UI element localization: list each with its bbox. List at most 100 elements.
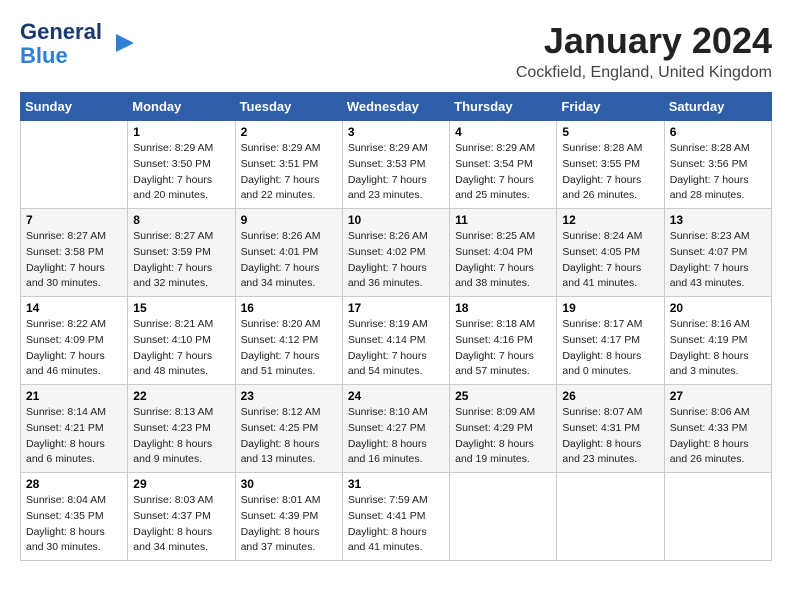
day-cell: 22 Sunrise: 8:13 AMSunset: 4:23 PMDayligh…	[128, 385, 235, 473]
day-info: Sunrise: 8:20 AMSunset: 4:12 PMDaylight:…	[241, 317, 337, 380]
day-number: 7	[26, 213, 122, 227]
day-cell: 12 Sunrise: 8:24 AMSunset: 4:05 PMDayligh…	[557, 209, 664, 297]
day-number: 13	[670, 213, 766, 227]
month-title: January 2024	[516, 20, 772, 62]
day-number: 30	[241, 477, 337, 491]
day-cell: 10 Sunrise: 8:26 AMSunset: 4:02 PMDayligh…	[342, 209, 449, 297]
day-info: Sunrise: 8:23 AMSunset: 4:07 PMDaylight:…	[670, 229, 766, 292]
day-info: Sunrise: 8:26 AMSunset: 4:02 PMDaylight:…	[348, 229, 444, 292]
day-number: 4	[455, 125, 551, 139]
day-info: Sunrise: 8:29 AMSunset: 3:53 PMDaylight:…	[348, 141, 444, 204]
week-row-4: 21 Sunrise: 8:14 AMSunset: 4:21 PMDayligh…	[21, 385, 772, 473]
day-number: 14	[26, 301, 122, 315]
title-block: January 2024 Cockfield, England, United …	[516, 20, 772, 82]
day-cell: 21 Sunrise: 8:14 AMSunset: 4:21 PMDayligh…	[21, 385, 128, 473]
col-header-sunday: Sunday	[21, 93, 128, 121]
location: Cockfield, England, United Kingdom	[516, 64, 772, 82]
day-number: 24	[348, 389, 444, 403]
day-info: Sunrise: 7:59 AMSunset: 4:41 PMDaylight:…	[348, 493, 444, 556]
day-info: Sunrise: 8:06 AMSunset: 4:33 PMDaylight:…	[670, 405, 766, 468]
day-info: Sunrise: 8:21 AMSunset: 4:10 PMDaylight:…	[133, 317, 229, 380]
day-info: Sunrise: 8:13 AMSunset: 4:23 PMDaylight:…	[133, 405, 229, 468]
day-number: 1	[133, 125, 229, 139]
day-number: 19	[562, 301, 658, 315]
day-cell: 14 Sunrise: 8:22 AMSunset: 4:09 PMDayligh…	[21, 297, 128, 385]
day-number: 16	[241, 301, 337, 315]
day-cell: 27 Sunrise: 8:06 AMSunset: 4:33 PMDayligh…	[664, 385, 771, 473]
logo-text: General Blue	[20, 20, 102, 68]
day-info: Sunrise: 8:19 AMSunset: 4:14 PMDaylight:…	[348, 317, 444, 380]
day-cell: 25 Sunrise: 8:09 AMSunset: 4:29 PMDayligh…	[450, 385, 557, 473]
day-info: Sunrise: 8:09 AMSunset: 4:29 PMDaylight:…	[455, 405, 551, 468]
day-cell: 2Sunrise: 8:29 AMSunset: 3:51 PMDaylight…	[235, 121, 342, 209]
day-cell: 26 Sunrise: 8:07 AMSunset: 4:31 PMDayligh…	[557, 385, 664, 473]
day-cell: 8Sunrise: 8:27 AMSunset: 3:59 PMDaylight…	[128, 209, 235, 297]
col-header-friday: Friday	[557, 93, 664, 121]
day-cell: 31 Sunrise: 7:59 AMSunset: 4:41 PMDayligh…	[342, 473, 449, 561]
day-cell: 18Sunrise: 8:18 AMSunset: 4:16 PMDayligh…	[450, 297, 557, 385]
day-info: Sunrise: 8:24 AMSunset: 4:05 PMDaylight:…	[562, 229, 658, 292]
day-info: Sunrise: 8:29 AMSunset: 3:54 PMDaylight:…	[455, 141, 551, 204]
day-info: Sunrise: 8:22 AMSunset: 4:09 PMDaylight:…	[26, 317, 122, 380]
day-info: Sunrise: 8:26 AMSunset: 4:01 PMDaylight:…	[241, 229, 337, 292]
day-info: Sunrise: 8:17 AMSunset: 4:17 PMDaylight:…	[562, 317, 658, 380]
day-info: Sunrise: 8:28 AMSunset: 3:55 PMDaylight:…	[562, 141, 658, 204]
day-info: Sunrise: 8:27 AMSunset: 3:59 PMDaylight:…	[133, 229, 229, 292]
day-number: 15	[133, 301, 229, 315]
day-number: 27	[670, 389, 766, 403]
day-cell: 5Sunrise: 8:28 AMSunset: 3:55 PMDaylight…	[557, 121, 664, 209]
day-number: 20	[670, 301, 766, 315]
day-cell: 24 Sunrise: 8:10 AMSunset: 4:27 PMDayligh…	[342, 385, 449, 473]
day-cell: 15 Sunrise: 8:21 AMSunset: 4:10 PMDayligh…	[128, 297, 235, 385]
day-cell: 16 Sunrise: 8:20 AMSunset: 4:12 PMDayligh…	[235, 297, 342, 385]
calendar-header-row: SundayMondayTuesdayWednesdayThursdayFrid…	[21, 93, 772, 121]
day-cell	[664, 473, 771, 561]
day-number: 28	[26, 477, 122, 491]
day-info: Sunrise: 8:29 AMSunset: 3:51 PMDaylight:…	[241, 141, 337, 204]
day-cell: 3Sunrise: 8:29 AMSunset: 3:53 PMDaylight…	[342, 121, 449, 209]
day-cell: 9 Sunrise: 8:26 AMSunset: 4:01 PMDaylight…	[235, 209, 342, 297]
day-number: 22	[133, 389, 229, 403]
day-cell	[450, 473, 557, 561]
day-number: 29	[133, 477, 229, 491]
day-info: Sunrise: 8:03 AMSunset: 4:37 PMDaylight:…	[133, 493, 229, 556]
day-number: 10	[348, 213, 444, 227]
week-row-1: 1Sunrise: 8:29 AMSunset: 3:50 PMDaylight…	[21, 121, 772, 209]
day-cell: 29 Sunrise: 8:03 AMSunset: 4:37 PMDayligh…	[128, 473, 235, 561]
day-cell: 28 Sunrise: 8:04 AMSunset: 4:35 PMDayligh…	[21, 473, 128, 561]
day-info: Sunrise: 8:14 AMSunset: 4:21 PMDaylight:…	[26, 405, 122, 468]
day-number: 9	[241, 213, 337, 227]
col-header-tuesday: Tuesday	[235, 93, 342, 121]
calendar-table: SundayMondayTuesdayWednesdayThursdayFrid…	[20, 92, 772, 561]
day-number: 31	[348, 477, 444, 491]
col-header-thursday: Thursday	[450, 93, 557, 121]
day-cell	[21, 121, 128, 209]
day-cell: 20 Sunrise: 8:16 AMSunset: 4:19 PMDayligh…	[664, 297, 771, 385]
day-cell: 17 Sunrise: 8:19 AMSunset: 4:14 PMDayligh…	[342, 297, 449, 385]
day-cell: 11 Sunrise: 8:25 AMSunset: 4:04 PMDayligh…	[450, 209, 557, 297]
day-info: Sunrise: 8:12 AMSunset: 4:25 PMDaylight:…	[241, 405, 337, 468]
day-number: 12	[562, 213, 658, 227]
day-info: Sunrise: 8:25 AMSunset: 4:04 PMDaylight:…	[455, 229, 551, 292]
day-number: 17	[348, 301, 444, 315]
day-cell	[557, 473, 664, 561]
day-info: Sunrise: 8:07 AMSunset: 4:31 PMDaylight:…	[562, 405, 658, 468]
day-info: Sunrise: 8:04 AMSunset: 4:35 PMDaylight:…	[26, 493, 122, 556]
col-header-wednesday: Wednesday	[342, 93, 449, 121]
day-number: 25	[455, 389, 551, 403]
week-row-2: 7Sunrise: 8:27 AMSunset: 3:58 PMDaylight…	[21, 209, 772, 297]
day-cell: 23 Sunrise: 8:12 AMSunset: 4:25 PMDayligh…	[235, 385, 342, 473]
day-number: 11	[455, 213, 551, 227]
day-cell: 4 Sunrise: 8:29 AMSunset: 3:54 PMDaylight…	[450, 121, 557, 209]
day-number: 21	[26, 389, 122, 403]
logo-icon	[106, 29, 136, 59]
day-info: Sunrise: 8:28 AMSunset: 3:56 PMDaylight:…	[670, 141, 766, 204]
day-cell: 13 Sunrise: 8:23 AMSunset: 4:07 PMDayligh…	[664, 209, 771, 297]
day-number: 26	[562, 389, 658, 403]
day-info: Sunrise: 8:10 AMSunset: 4:27 PMDaylight:…	[348, 405, 444, 468]
col-header-monday: Monday	[128, 93, 235, 121]
week-row-5: 28 Sunrise: 8:04 AMSunset: 4:35 PMDayligh…	[21, 473, 772, 561]
day-info: Sunrise: 8:16 AMSunset: 4:19 PMDaylight:…	[670, 317, 766, 380]
day-info: Sunrise: 8:18 AMSunset: 4:16 PMDaylight:…	[455, 317, 551, 380]
day-number: 23	[241, 389, 337, 403]
